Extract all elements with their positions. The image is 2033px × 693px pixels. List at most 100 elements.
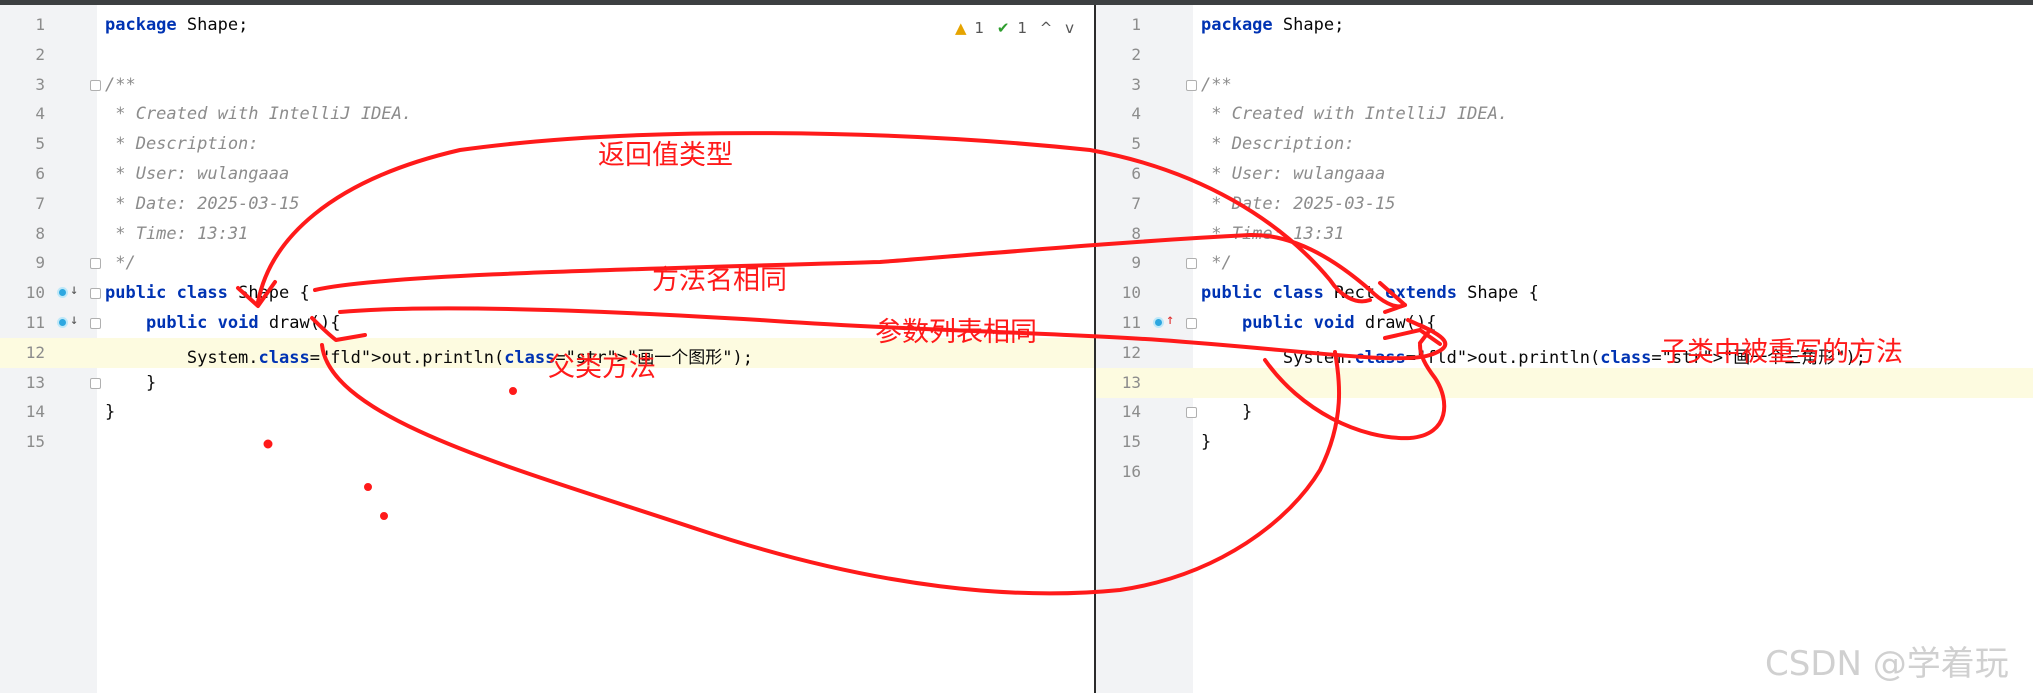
code-text[interactable]: * Description: [105,134,258,154]
code-line[interactable]: 10 ↓ public class Shape { [0,278,1094,308]
line-number[interactable]: 6 [1096,164,1141,183]
code-line[interactable]: 8 * Time: 13:31 [1096,219,2033,249]
override-marker-icon[interactable] [57,317,68,328]
line-number[interactable]: 3 [0,75,45,94]
code-text[interactable]: * Time: 13:31 [1201,224,1344,244]
code-text[interactable]: * Date: 2025-03-15 [1201,194,1395,214]
fold-toggle-icon[interactable] [90,288,101,300]
line-number[interactable]: 11 [1096,313,1141,332]
overridden-arrow-icon[interactable]: ↓ [70,312,78,328]
line-number[interactable]: 15 [1096,432,1141,451]
line-number[interactable]: 5 [1096,134,1141,153]
code-line[interactable]: 4 * Created with IntelliJ IDEA. [0,99,1094,129]
code-line[interactable]: 16 [1096,457,2033,487]
code-line[interactable]: 8 * Time: 13:31 [0,219,1094,249]
override-marker-icon[interactable] [57,287,68,299]
code-text[interactable]: } [105,402,115,422]
code-text[interactable]: * Created with IntelliJ IDEA. [105,104,412,124]
line-number[interactable]: 4 [0,104,45,123]
fold-toggle-icon[interactable] [90,79,101,91]
code-text[interactable]: public class Shape { [105,283,310,303]
parent-method-annotation: 父类方法 [548,352,656,383]
code-text[interactable]: * Description: [1201,134,1354,154]
code-line[interactable]: 2 [0,40,1094,70]
line-number[interactable]: 1 [1096,15,1141,34]
line-number[interactable]: 2 [0,45,45,64]
code-line[interactable]: 9 */ [0,248,1094,278]
return-type-annotation: 返回值类型 [598,140,733,171]
line-number[interactable]: 4 [1096,104,1141,123]
line-number[interactable]: 16 [1096,462,1141,481]
line-number[interactable]: 12 [1096,343,1141,362]
code-text[interactable]: package Shape; [105,15,248,35]
line-number[interactable]: 9 [0,253,45,272]
code-text[interactable]: * Date: 2025-03-15 [105,194,299,214]
code-text[interactable]: } [1201,402,1252,422]
code-line[interactable]: 10 public class Rect extends Shape { [1096,278,2033,308]
line-number[interactable]: 14 [1096,402,1141,421]
code-text[interactable]: public class Rect extends Shape { [1201,283,1539,303]
code-line[interactable]: 14 } [1096,397,2033,427]
line-number[interactable]: 11 [0,313,45,332]
code-line[interactable]: 5 * Description: [1096,129,2033,159]
fold-toggle-icon[interactable] [1186,258,1197,270]
code-text[interactable]: * Time: 13:31 [105,224,248,244]
code-text[interactable]: public void draw(){ [105,313,341,333]
code-line[interactable]: 15} [1096,427,2033,457]
left-editor-pane[interactable]: ▲ 1 ✔ 1 ^ v 1 package Shape; 2 3/** 4 * Create… [0,5,1094,693]
fold-toggle-icon[interactable] [90,258,101,270]
code-text[interactable]: /** [105,75,136,95]
code-text[interactable]: * Created with IntelliJ IDEA. [1201,104,1508,124]
code-line[interactable]: 15 [0,427,1094,457]
fold-toggle-icon[interactable] [1186,79,1197,91]
code-line[interactable]: 1 package Shape; [1096,10,2033,40]
fold-toggle-icon[interactable] [1186,318,1197,329]
line-number[interactable]: 3 [1096,75,1141,94]
line-number[interactable]: 9 [1096,253,1141,272]
line-number[interactable]: 7 [0,194,45,213]
code-line[interactable]: 1 package Shape; [0,10,1094,40]
code-line[interactable]: 13 } [0,368,1094,398]
line-number[interactable]: 7 [1096,194,1141,213]
line-number[interactable]: 6 [0,164,45,183]
line-number[interactable]: 10 [0,283,45,302]
line-number[interactable]: 1 [0,15,45,34]
line-number[interactable]: 13 [1096,373,1141,392]
code-text[interactable]: public void draw(){ [1201,313,1437,333]
line-number[interactable]: 15 [0,432,45,451]
code-text[interactable]: */ [1201,253,1231,273]
line-number[interactable]: 12 [0,343,45,362]
code-line[interactable]: 9 */ [1096,248,2033,278]
overridden-arrow-icon[interactable]: ↓ [70,282,78,298]
code-text[interactable]: * User: wulangaaa [105,164,289,184]
code-text[interactable]: package Shape; [1201,15,1344,35]
code-line[interactable]: 6 * User: wulangaaa [1096,159,2033,189]
code-line[interactable]: 7 * Date: 2025-03-15 [1096,189,2033,219]
overrides-arrow-icon[interactable]: ↑ [1166,312,1174,328]
code-text[interactable]: } [1201,432,1211,452]
override-marker-icon[interactable] [1153,317,1164,328]
code-line[interactable]: 14} [0,397,1094,427]
code-line[interactable]: 3 /** [1096,70,2033,100]
fold-toggle-icon[interactable] [1186,407,1197,419]
code-text[interactable]: */ [105,253,135,273]
code-line[interactable]: 2 [1096,40,2033,70]
code-line[interactable]: 4 * Created with IntelliJ IDEA. [1096,99,2033,129]
line-number[interactable]: 13 [0,373,45,392]
line-number[interactable]: 8 [0,224,45,243]
code-text[interactable]: } [105,373,156,393]
fold-toggle-icon[interactable] [90,377,101,389]
line-number[interactable]: 10 [1096,283,1141,302]
line-number[interactable]: 8 [1096,224,1141,243]
code-line[interactable]: 6 * User: wulangaaa [0,159,1094,189]
code-line[interactable]: 13 [1096,367,2033,398]
code-text[interactable]: * User: wulangaaa [1201,164,1385,184]
code-line[interactable]: 7 * Date: 2025-03-15 [0,189,1094,219]
code-text[interactable]: /** [1201,75,1232,95]
fold-toggle-icon[interactable] [90,318,101,329]
line-number[interactable]: 14 [0,402,45,421]
line-number[interactable]: 2 [1096,45,1141,64]
code-line[interactable]: 3 /** [0,70,1094,100]
code-line[interactable]: 5 * Description: [0,129,1094,159]
line-number[interactable]: 5 [0,134,45,153]
